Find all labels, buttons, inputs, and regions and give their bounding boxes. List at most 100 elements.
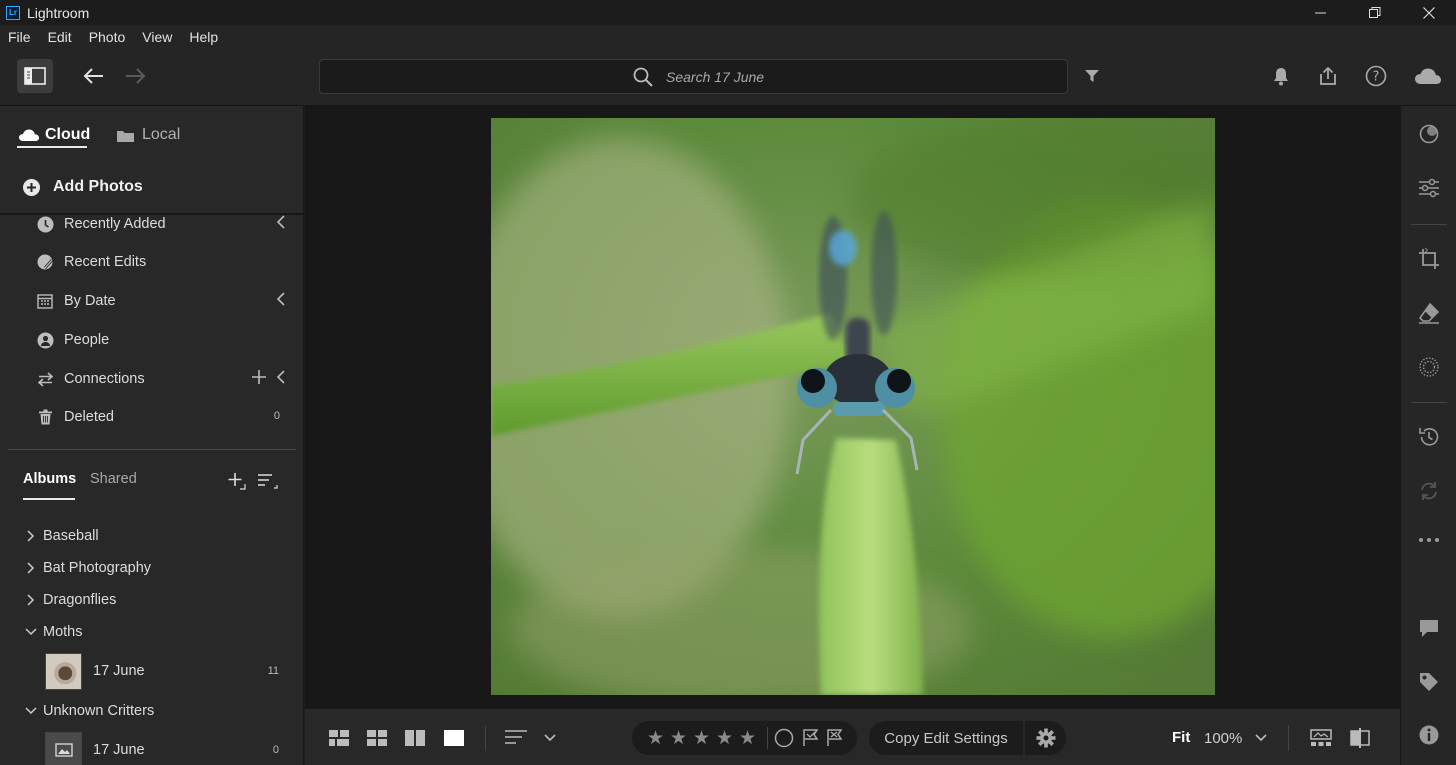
tab-local[interactable]: Local <box>116 121 180 149</box>
unflag-circle-icon[interactable] <box>774 728 794 748</box>
tab-albums[interactable]: Albums <box>23 471 76 487</box>
nav-item-connections[interactable]: Connections <box>36 366 286 392</box>
title-bar: Lr Lightroom <box>0 0 1456 25</box>
reset-button[interactable] <box>1416 478 1442 504</box>
sort-button[interactable] <box>504 726 528 750</box>
arrow-right-icon <box>126 68 146 84</box>
chevron-right-icon <box>27 594 35 606</box>
before-after-button[interactable] <box>1348 726 1372 750</box>
copy-edit-settings-button[interactable]: Copy Edit Settings <box>869 721 1023 755</box>
cloud-icon <box>19 129 39 141</box>
square-grid-view-button[interactable] <box>365 726 389 750</box>
compare-view-button[interactable] <box>403 726 427 750</box>
notifications-button[interactable] <box>1268 63 1294 89</box>
divider <box>767 727 768 749</box>
chevron-right-icon <box>27 530 35 542</box>
restore-icon <box>1369 6 1381 18</box>
star-rating-5[interactable]: ★ <box>738 727 757 750</box>
collapse-chevron[interactable] <box>276 215 286 229</box>
divider <box>1288 725 1289 751</box>
menu-help[interactable]: Help <box>189 29 218 45</box>
masking-button[interactable] <box>1416 354 1442 380</box>
album-label: 17 June <box>93 742 145 758</box>
keywords-button[interactable] <box>1416 669 1442 695</box>
grid-view-button[interactable] <box>327 726 351 750</box>
cloud-sync-button[interactable] <box>1411 63 1445 89</box>
pick-flag-icon[interactable] <box>802 729 820 747</box>
person-icon <box>37 332 53 348</box>
menu-edit[interactable]: Edit <box>48 29 72 45</box>
star-rating-3[interactable]: ★ <box>692 727 711 750</box>
trash-icon <box>38 409 52 425</box>
star-rating-2[interactable]: ★ <box>669 727 688 750</box>
nav-item-recently-added[interactable]: Recently Added <box>36 211 286 237</box>
tab-shared[interactable]: Shared <box>90 471 137 487</box>
menu-file[interactable]: File <box>8 29 31 45</box>
tab-cloud[interactable]: Cloud <box>18 121 90 149</box>
help-button[interactable]: ? <box>1363 63 1389 89</box>
nav-item-recent-edits[interactable]: Recent Edits <box>36 249 286 275</box>
back-button[interactable] <box>80 63 106 89</box>
copy-settings-gear-button[interactable] <box>1025 721 1066 755</box>
album-item-moths-17-june[interactable]: 17 June 11 <box>45 652 285 690</box>
toggle-panel-button[interactable] <box>17 59 53 93</box>
sort-icon[interactable] <box>258 473 278 489</box>
filmstrip-toggle-button[interactable] <box>1309 726 1333 750</box>
close-button[interactable] <box>1402 0 1456 25</box>
nav-item-people[interactable]: People <box>36 327 286 353</box>
top-toolbar: ? <box>0 49 1456 106</box>
comments-button[interactable] <box>1416 615 1442 641</box>
album-item-unknown-critters[interactable]: Unknown Critters <box>24 699 284 723</box>
album-item-dragonflies[interactable]: Dragonflies <box>24 588 284 612</box>
arrow-left-icon <box>83 68 103 84</box>
search-input[interactable] <box>666 67 966 87</box>
chevron-down-icon <box>544 734 556 742</box>
album-item-bat-photography[interactable]: Bat Photography <box>24 556 284 580</box>
share-button[interactable] <box>1315 63 1341 89</box>
zoom-dropdown-button[interactable] <box>1252 728 1270 748</box>
search-box[interactable] <box>319 59 1068 94</box>
share-icon <box>1320 66 1336 85</box>
add-photos-button[interactable]: Add Photos <box>22 175 143 199</box>
compare-view-icon <box>405 730 425 746</box>
forward-button[interactable] <box>123 63 149 89</box>
image-placeholder-icon <box>54 743 73 757</box>
zoom-level[interactable]: 100% <box>1204 730 1242 747</box>
info-button[interactable] <box>1416 722 1442 748</box>
main-photo[interactable] <box>491 118 1215 695</box>
nav-item-label: People <box>64 332 110 348</box>
chevron-down-icon <box>1255 734 1267 742</box>
sort-dropdown-button[interactable] <box>538 726 562 750</box>
reject-flag-icon[interactable] <box>826 729 844 747</box>
album-label: Bat Photography <box>43 560 152 576</box>
divider <box>1411 402 1447 403</box>
chevron-left-icon[interactable] <box>276 370 286 384</box>
menu-bar: File Edit Photo View Help <box>0 25 1456 49</box>
tag-icon <box>1420 673 1438 691</box>
crop-button[interactable] <box>1416 246 1442 272</box>
add-album-icon[interactable] <box>228 472 246 490</box>
minimize-button[interactable] <box>1294 0 1348 25</box>
menu-view[interactable]: View <box>142 29 172 45</box>
album-item-moths[interactable]: Moths <box>24 620 284 644</box>
crop-icon <box>1419 248 1439 269</box>
star-rating-4[interactable]: ★ <box>715 727 734 750</box>
album-count: 11 <box>267 665 279 677</box>
edit-sliders-button[interactable] <box>1416 175 1442 201</box>
healing-button[interactable] <box>1416 300 1442 326</box>
album-item-unknown-critters-17-june[interactable]: 17 June 0 <box>45 731 285 765</box>
detail-view-button[interactable] <box>442 726 466 750</box>
collapse-chevron[interactable] <box>276 292 286 306</box>
nav-item-by-date[interactable]: By Date <box>36 288 286 314</box>
nav-item-deleted[interactable]: Deleted 0 <box>36 404 286 430</box>
menu-photo[interactable]: Photo <box>89 29 126 45</box>
album-item-baseball[interactable]: Baseball <box>24 524 284 548</box>
versions-button[interactable] <box>1416 424 1442 450</box>
add-icon[interactable] <box>252 370 266 384</box>
star-rating-1[interactable]: ★ <box>646 727 665 750</box>
more-options-button[interactable] <box>1416 527 1442 553</box>
restore-button[interactable] <box>1348 0 1402 25</box>
filter-button[interactable] <box>1079 63 1105 89</box>
presets-button[interactable] <box>1416 121 1442 147</box>
fit-zoom-button[interactable]: Fit <box>1172 729 1190 746</box>
